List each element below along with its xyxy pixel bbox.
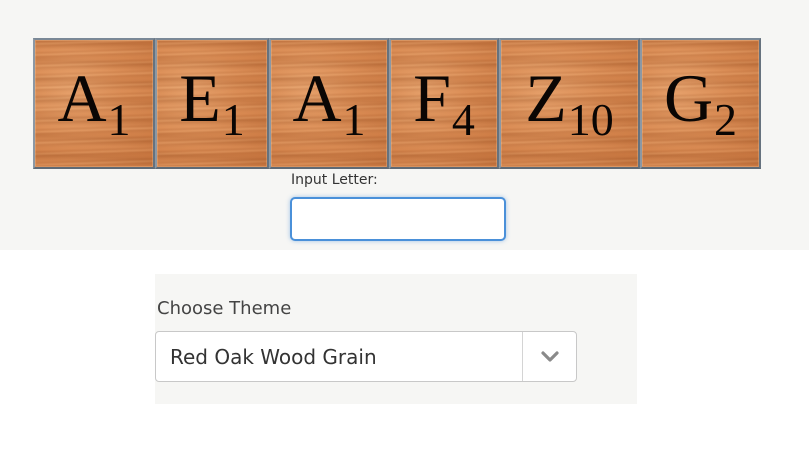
chevron-down-icon xyxy=(540,350,559,362)
letter-input[interactable] xyxy=(290,197,506,241)
tile-score: 10 xyxy=(567,94,614,145)
theme-select[interactable]: Red Oak Wood Grain xyxy=(155,331,577,382)
theme-dropdown-button[interactable] xyxy=(522,332,576,381)
letter-tile[interactable]: Z10 xyxy=(499,38,640,169)
tile-score: 2 xyxy=(714,94,738,145)
tile-letter: A xyxy=(57,60,107,136)
tile-letter: A xyxy=(292,60,342,136)
tile-letter: Z xyxy=(525,60,567,136)
letter-tile[interactable]: G2 xyxy=(640,38,761,169)
tile-score: 1 xyxy=(342,94,366,145)
tile-letter: E xyxy=(179,60,221,136)
tile-score: 4 xyxy=(451,94,475,145)
letter-tile[interactable]: F4 xyxy=(389,38,499,169)
choose-theme-label: Choose Theme xyxy=(157,298,292,319)
tile-letter: F xyxy=(413,60,451,136)
input-letter-label: Input Letter: xyxy=(291,172,378,188)
tile-letter: G xyxy=(663,60,714,136)
letter-tile[interactable]: A1 xyxy=(269,38,389,169)
tile-score: 1 xyxy=(221,94,245,145)
letter-tile[interactable]: E1 xyxy=(155,38,269,169)
tile-score: 1 xyxy=(107,94,131,145)
tile-rack: A1 E1 A1 F4 Z10 G2 xyxy=(33,38,761,169)
theme-select-value: Red Oak Wood Grain xyxy=(170,344,377,369)
letter-tile[interactable]: A1 xyxy=(33,38,155,169)
